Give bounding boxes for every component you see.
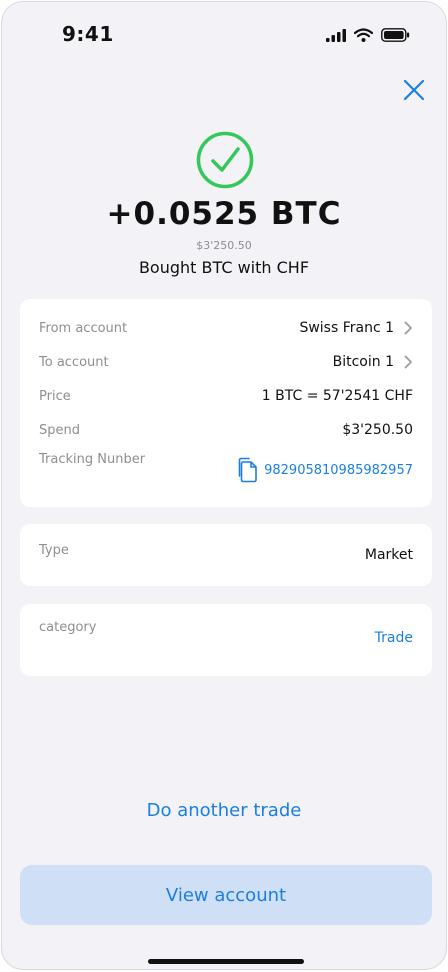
type-row: Type Market bbox=[39, 543, 413, 567]
price-value: 1 BTC = 57'2541 CHF bbox=[261, 388, 413, 404]
spend-value: $3'250.50 bbox=[342, 422, 413, 438]
copy-icon bbox=[238, 457, 257, 483]
status-icons bbox=[326, 28, 410, 42]
tracking-number: 982905810985982957 bbox=[264, 462, 413, 478]
view-account-button[interactable]: View account bbox=[20, 865, 432, 925]
to-account-value: Bitcoin 1 bbox=[333, 354, 413, 370]
type-label: Type bbox=[39, 543, 69, 558]
category-card: category Trade bbox=[20, 604, 432, 676]
spend-label: Spend bbox=[39, 422, 80, 438]
tracking-label: Tracking Nunber bbox=[39, 452, 146, 467]
to-account-row[interactable]: To account Bitcoin 1 bbox=[39, 350, 413, 374]
category-row: category Trade bbox=[39, 620, 413, 650]
checkmark-circle-icon bbox=[196, 131, 254, 189]
close-icon bbox=[403, 79, 425, 101]
tracking-number-link[interactable]: 982905810985982957 bbox=[236, 457, 413, 483]
status-bar: 9:41 bbox=[2, 2, 446, 62]
wifi-icon bbox=[354, 28, 373, 42]
chevron-right-icon bbox=[404, 321, 413, 335]
home-indicator bbox=[148, 959, 304, 964]
trade-fiat-amount: $3'250.50 bbox=[196, 239, 252, 252]
to-account-label: To account bbox=[39, 354, 109, 370]
trade-amount: +0.0525 BTC bbox=[106, 196, 342, 232]
category-label: category bbox=[39, 620, 97, 635]
from-account-label: From account bbox=[39, 320, 128, 336]
do-another-trade-button[interactable]: Do another trade bbox=[2, 800, 446, 821]
type-card: Type Market bbox=[20, 524, 432, 586]
to-account-text: Bitcoin 1 bbox=[332, 354, 394, 370]
price-label: Price bbox=[39, 388, 71, 404]
spend-row: Spend $3'250.50 bbox=[39, 418, 413, 442]
battery-icon bbox=[381, 28, 410, 42]
close-button[interactable] bbox=[400, 76, 428, 104]
from-account-row[interactable]: From account Swiss Franc 1 bbox=[39, 316, 413, 340]
category-value-link[interactable]: Trade bbox=[375, 630, 413, 646]
chevron-right-icon bbox=[404, 355, 413, 369]
signal-icon bbox=[326, 28, 346, 42]
details-card: From account Swiss Franc 1 To account Bi… bbox=[20, 299, 432, 507]
price-row: Price 1 BTC = 57'2541 CHF bbox=[39, 384, 413, 408]
phone-screen: 9:41 +0.0525 BTC $3'250.50 Bought BTC wi… bbox=[1, 1, 447, 970]
from-account-text: Swiss Franc 1 bbox=[299, 320, 394, 336]
trade-subtitle: Bought BTC with CHF bbox=[138, 258, 310, 277]
from-account-value: Swiss Franc 1 bbox=[299, 320, 413, 336]
tracking-row: Tracking Nunber 982905810985982957 bbox=[39, 452, 413, 483]
status-time: 9:41 bbox=[62, 22, 114, 46]
type-value: Market bbox=[364, 547, 413, 563]
